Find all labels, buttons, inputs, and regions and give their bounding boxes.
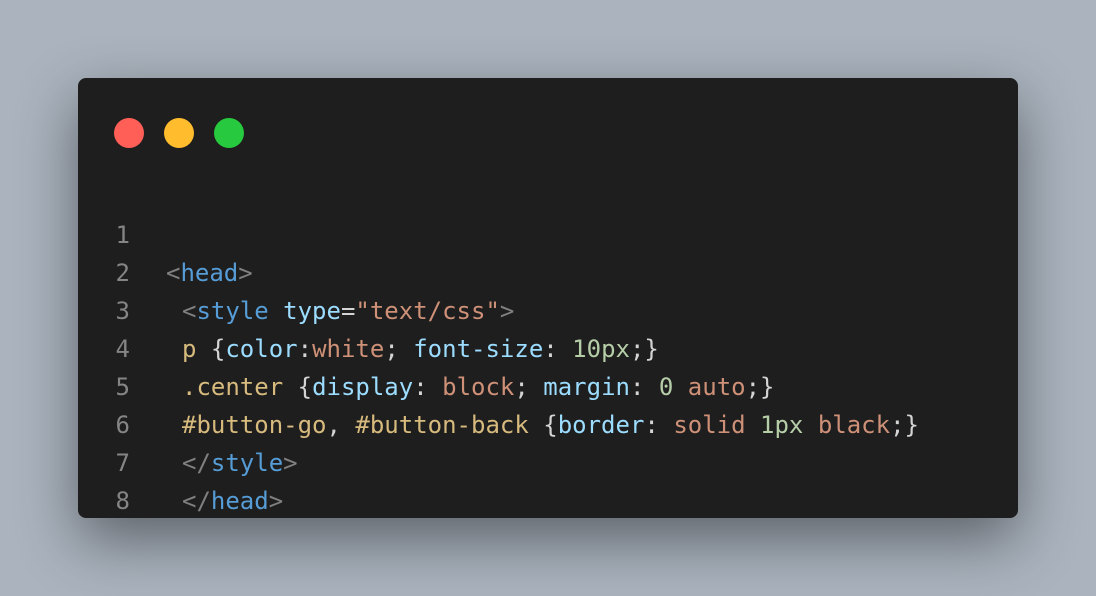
code-editor: 1 <head> 2 <style type="text/css"> 3 p {… (78, 178, 1018, 515)
code-line: 6 </style> (78, 368, 1018, 477)
line-number: 8 (115, 487, 130, 515)
close-dot[interactable] (114, 118, 144, 148)
code-line: 7 </head> (78, 406, 1018, 515)
code-line: 1 <head> (78, 178, 1018, 287)
maximize-dot[interactable] (214, 118, 244, 148)
code-line: 4 .center {display: block; margin: 0 aut… (78, 292, 1018, 401)
angle-bracket: </ (182, 487, 211, 515)
code-line: 2 <style type="text/css"> (78, 216, 1018, 325)
angle-bracket: > (268, 487, 284, 515)
tag-name: head (210, 487, 269, 515)
code-line: 5 #button-go, #button-back {border: soli… (78, 330, 1018, 439)
code-line: 8 (78, 444, 1018, 515)
code-window: 1 <head> 2 <style type="text/css"> 3 p {… (78, 78, 1018, 518)
code-line: 3 p {color:white; font-size: 10px;} (78, 254, 1018, 363)
minimize-dot[interactable] (164, 118, 194, 148)
line-text: </head> (182, 482, 283, 520)
